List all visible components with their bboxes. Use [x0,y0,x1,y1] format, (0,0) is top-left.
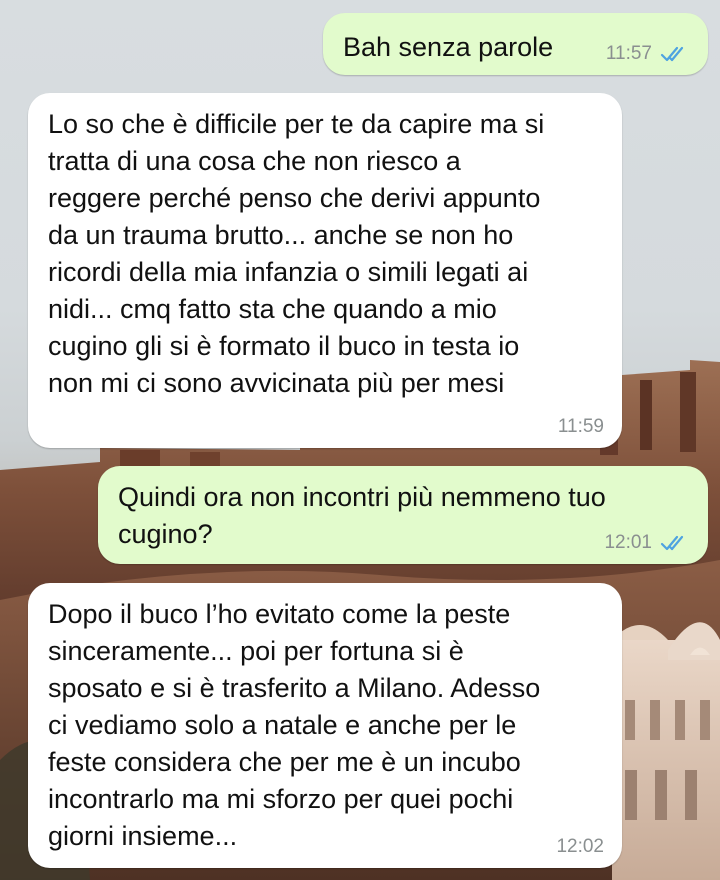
message-time: 11:57 [605,43,652,64]
message-time: 11:59 [557,416,604,437]
message-text: Dopo il buco l’ho evitato come la peste … [48,599,541,851]
message-time: 12:02 [556,836,604,857]
message-bubble-incoming[interactable]: Dopo il buco l’ho evitato come la peste … [28,583,622,868]
message-bubble-outgoing[interactable]: Quindi ora non incontri più nemmeno tuo … [98,466,708,564]
message-meta: 12:02 [556,836,604,858]
message-bubble-outgoing[interactable]: Bah senza parole 11:57 [323,13,708,75]
read-double-check-icon [660,45,690,63]
message-bubble-incoming[interactable]: Lo so che è difficile per te da capire m… [28,93,622,448]
read-double-check-icon [660,534,690,552]
message-text: Lo so che è difficile per te da capire m… [48,109,545,398]
message-meta: 11:59 [558,416,604,438]
message-meta: 11:57 [606,43,690,65]
message-meta: 12:01 [604,532,690,554]
message-time: 12:01 [604,532,652,553]
